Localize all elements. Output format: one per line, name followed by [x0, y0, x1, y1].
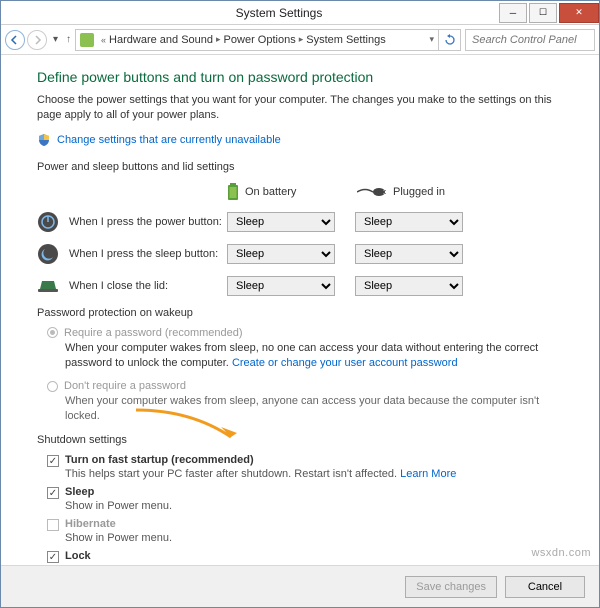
checkbox-description: Show in Power menu. [65, 500, 563, 512]
sleep-button-row: When I press the sleep button: Sleep Sle… [37, 243, 563, 265]
plug-icon [357, 185, 387, 199]
breadcrumb[interactable]: « Hardware and Sound ▸ Power Options ▸ S… [75, 29, 439, 51]
save-button[interactable]: Save changes [405, 576, 497, 598]
arrow-left-icon [10, 35, 20, 45]
learn-more-link[interactable]: Learn More [400, 468, 456, 480]
chevron-right-icon: ▸ [216, 34, 221, 45]
page-heading: Define power buttons and turn on passwor… [37, 69, 563, 85]
chevron-down-icon[interactable]: ▾ [53, 34, 58, 45]
checkbox-description: Show in Power menu. [65, 532, 563, 544]
power-icon [37, 211, 59, 233]
checkbox-icon: ✓ [47, 551, 59, 563]
radio-description: When your computer wakes from sleep, any… [65, 394, 563, 424]
checkbox-icon [47, 519, 59, 531]
column-plugged-label: Plugged in [393, 186, 445, 198]
checkbox-label: Lock [65, 550, 91, 562]
chevron-down-icon[interactable]: ▾ [429, 34, 434, 45]
section-label: Shutdown settings [37, 434, 563, 446]
checkbox-description: This helps start your PC faster after sh… [65, 468, 563, 480]
titlebar: System Settings ─ ☐ ✕ [1, 1, 599, 25]
row-label: When I close the lid: [69, 280, 227, 292]
checkbox-icon: ✓ [47, 487, 59, 499]
power-button-plugged-select[interactable]: Sleep [355, 212, 463, 232]
up-button[interactable]: ↑ [66, 34, 71, 45]
close-button[interactable]: ✕ [559, 3, 599, 23]
checkbox-icon: ✓ [47, 455, 59, 467]
require-password-radio: Require a password (recommended) [47, 327, 563, 339]
laptop-icon [37, 275, 59, 297]
row-label: When I press the power button: [69, 216, 227, 228]
account-password-link[interactable]: Create or change your user account passw… [232, 357, 458, 369]
refresh-icon [444, 34, 456, 46]
cancel-button[interactable]: Cancel [505, 576, 585, 598]
checkbox-label: Turn on fast startup (recommended) [65, 454, 254, 466]
breadcrumb-item[interactable]: Power Options [224, 34, 296, 46]
lid-battery-select[interactable]: Sleep [227, 276, 335, 296]
control-panel-icon [80, 33, 94, 47]
page-description: Choose the power settings that you want … [37, 93, 563, 123]
power-button-row: When I press the power button: Sleep Sle… [37, 211, 563, 233]
back-button[interactable] [5, 30, 25, 50]
sleep-checkbox: ✓ Sleep [47, 486, 563, 499]
sleep-icon [37, 243, 59, 265]
watermark: wsxdn.com [531, 547, 591, 559]
radio-icon [47, 327, 58, 338]
content: Define power buttons and turn on passwor… [1, 55, 599, 565]
radio-description: When your computer wakes from sleep, no … [65, 341, 563, 371]
sleep-button-battery-select[interactable]: Sleep [227, 244, 335, 264]
window-title: System Settings [61, 6, 497, 20]
battery-icon [227, 183, 239, 201]
lid-plugged-select[interactable]: Sleep [355, 276, 463, 296]
chevron-right-icon: ▸ [299, 34, 304, 45]
forward-button[interactable] [27, 30, 47, 50]
hibernate-checkbox: Hibernate [47, 518, 563, 531]
row-label: When I press the sleep button: [69, 248, 227, 260]
lid-row: When I close the lid: Sleep Sleep [37, 275, 563, 297]
breadcrumb-item[interactable]: System Settings [306, 34, 385, 46]
checkbox-label: Sleep [65, 486, 94, 498]
minimize-button[interactable]: ─ [499, 3, 527, 23]
checkbox-label: Hibernate [65, 518, 116, 530]
navbar: ▾ ↑ « Hardware and Sound ▸ Power Options… [1, 25, 599, 55]
refresh-button[interactable] [439, 29, 461, 51]
section-label: Password protection on wakeup [37, 307, 563, 319]
search-box[interactable] [465, 29, 595, 51]
radio-icon [47, 381, 58, 392]
column-battery-label: On battery [245, 186, 296, 198]
shield-icon [37, 133, 51, 147]
chevron-right-icon: « [101, 35, 106, 45]
arrow-right-icon [32, 35, 42, 45]
breadcrumb-item[interactable]: Hardware and Sound [109, 34, 213, 46]
radio-label: Don't require a password [64, 380, 186, 392]
sleep-button-plugged-select[interactable]: Sleep [355, 244, 463, 264]
maximize-button[interactable]: ☐ [529, 3, 557, 23]
fast-startup-checkbox: ✓ Turn on fast startup (recommended) [47, 454, 563, 467]
lock-checkbox: ✓ Lock [47, 550, 563, 563]
power-button-battery-select[interactable]: Sleep [227, 212, 335, 232]
no-password-radio: Don't require a password [47, 380, 563, 392]
search-input[interactable] [470, 33, 600, 47]
section-label: Power and sleep buttons and lid settings [37, 161, 563, 173]
radio-label: Require a password (recommended) [64, 327, 243, 339]
footer-buttons: Save changes Cancel [1, 565, 599, 607]
change-settings-link[interactable]: Change settings that are currently unava… [57, 134, 281, 146]
